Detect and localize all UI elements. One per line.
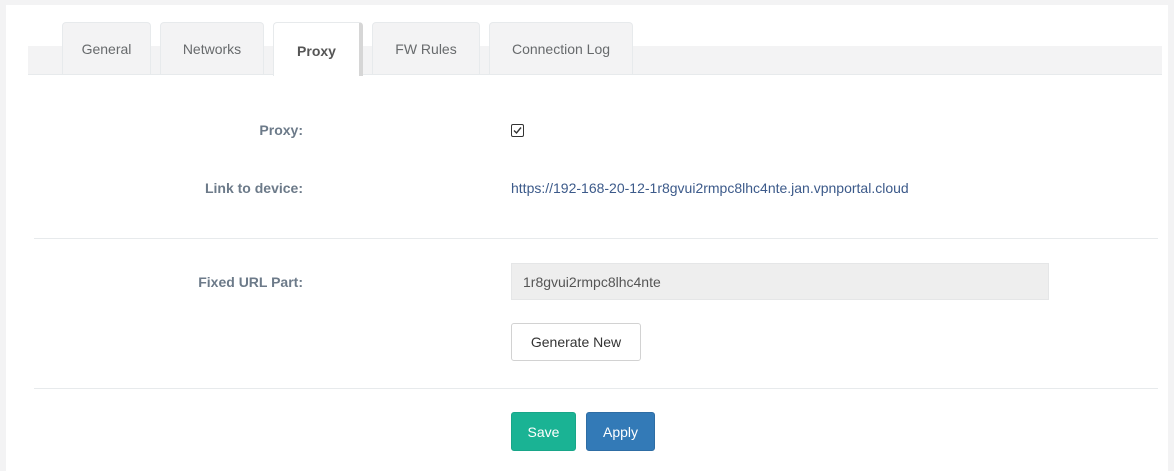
proxy-label: Proxy:	[259, 122, 303, 138]
checkmark-icon	[513, 127, 522, 135]
apply-button[interactable]: Apply	[586, 412, 655, 451]
tab-connection-log[interactable]: Connection Log	[489, 22, 633, 74]
tab-proxy[interactable]: Proxy	[273, 22, 363, 76]
tab-connection-log-label: Connection Log	[511, 41, 611, 57]
tab-general[interactable]: General	[62, 22, 151, 74]
tab-proxy-label: Proxy	[297, 43, 336, 59]
save-button[interactable]: Save	[511, 412, 576, 451]
generate-new-button[interactable]: Generate New	[511, 323, 641, 361]
divider	[34, 388, 1158, 389]
tab-networks[interactable]: Networks	[160, 22, 264, 74]
tab-fw-rules-label: FW Rules	[395, 41, 457, 57]
tab-fw-rules[interactable]: FW Rules	[372, 22, 480, 74]
fixed-url-label: Fixed URL Part:	[198, 274, 303, 290]
fixed-url-input[interactable]	[511, 263, 1049, 300]
tab-networks-label: Networks	[182, 41, 242, 57]
device-link[interactable]: https://192-168-20-12-1r8gvui2rmpc8lhc4n…	[511, 180, 909, 196]
link-to-device-label: Link to device:	[204, 180, 303, 196]
proxy-checkbox[interactable]	[511, 124, 524, 137]
tab-general-label: General	[81, 41, 132, 57]
link-to-device-value-container: https://192-168-20-12-1r8gvui2rmpc8lhc4n…	[511, 180, 909, 196]
divider	[34, 238, 1158, 239]
